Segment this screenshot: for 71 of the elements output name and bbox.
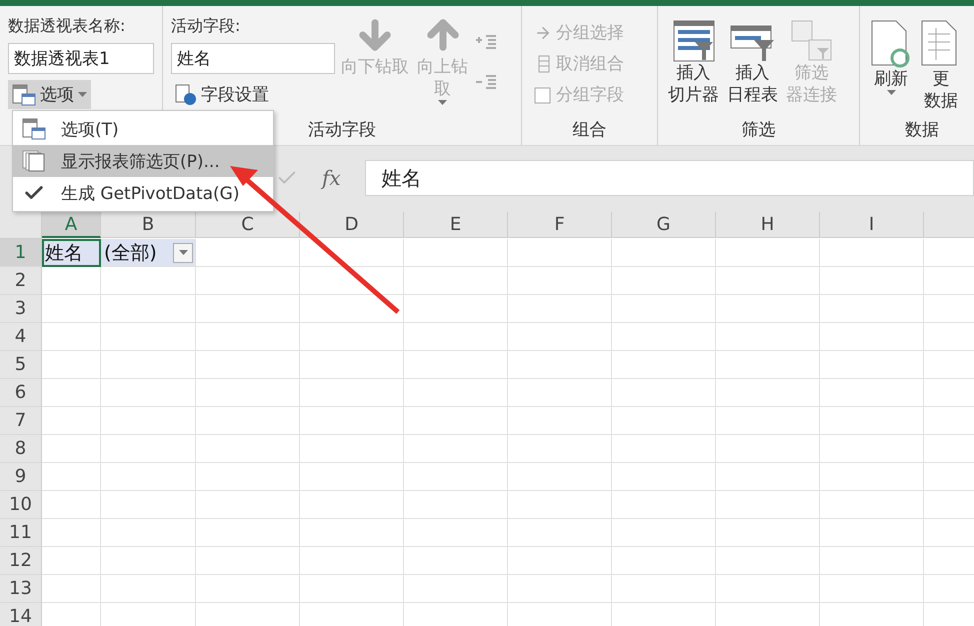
table-cell	[42, 519, 101, 547]
column-header[interactable]: G	[612, 212, 716, 238]
column-header[interactable]: I	[820, 212, 924, 238]
column-header[interactable]: E	[404, 212, 508, 238]
ribbon-button[interactable]: 更 数据	[918, 12, 964, 118]
row-header[interactable]: 14	[0, 603, 42, 626]
refresh-page-icon	[870, 20, 912, 68]
column-header[interactable]: C	[196, 212, 300, 238]
ribbon-button[interactable]: 刷新	[868, 12, 914, 118]
row-header[interactable]: 9	[0, 463, 42, 491]
caret-icon	[438, 100, 447, 105]
row-header[interactable]: 13	[0, 575, 42, 603]
function-button[interactable]: fx	[322, 166, 341, 190]
table-cell	[42, 435, 101, 463]
group-label: 筛选	[740, 119, 776, 141]
info-table-icon	[175, 84, 197, 106]
table-cell	[42, 575, 101, 603]
options-button[interactable]: 选项	[8, 80, 91, 109]
caret-icon	[886, 90, 896, 95]
column-header[interactable]: F	[508, 212, 612, 238]
filter-connection-icon	[790, 20, 832, 62]
pivot-name-field[interactable]: 数据透视表1	[8, 43, 154, 74]
select-all-corner[interactable]	[0, 212, 42, 239]
menu-item[interactable]: 显示报表筛选页(P)...	[13, 145, 273, 177]
column-header[interactable]: A	[42, 212, 101, 238]
row-header[interactable]: 6	[0, 379, 42, 407]
table-cell	[42, 491, 101, 519]
caret-icon	[78, 92, 87, 97]
menu-item[interactable]: 生成 GetPivotData(G)	[13, 177, 273, 209]
row-header[interactable]: 5	[0, 351, 42, 379]
group-label: 数据	[904, 119, 940, 141]
group-label: 活动字段	[307, 119, 377, 141]
table-cell	[42, 295, 101, 323]
row-header[interactable]: 4	[0, 323, 42, 351]
stacked-pages-icon	[22, 150, 46, 172]
ribbon-button[interactable]: 插入 切片器	[666, 12, 721, 118]
formula-field[interactable]: 姓名	[364, 160, 974, 196]
column-header[interactable]: H	[716, 212, 820, 238]
ribbon-button[interactable]: 插入 日程表	[725, 12, 780, 118]
row-header[interactable]: 2	[0, 267, 42, 295]
table-cell	[42, 547, 101, 575]
row-header[interactable]: 11	[0, 519, 42, 547]
row-header[interactable]: 1	[0, 239, 42, 267]
menu-item[interactable]: 选项(T)	[13, 113, 273, 145]
menu-item-label: 显示报表筛选页(P)...	[61, 150, 220, 172]
dropdown-button[interactable]	[173, 242, 193, 262]
table-cell	[42, 323, 101, 351]
filter-table-icon	[672, 20, 714, 62]
table-options-icon	[12, 84, 36, 106]
field-label: 数据透视表名称:	[8, 16, 126, 37]
column-header[interactable]: B	[101, 212, 196, 238]
row-header[interactable]: 10	[0, 491, 42, 519]
menu-item-label: 选项(T)	[61, 118, 119, 140]
table-cell	[42, 379, 101, 407]
menu-item-label: 生成 GetPivotData(G)	[61, 182, 240, 204]
group-label: 组合	[572, 119, 608, 141]
table-options-icon	[22, 118, 46, 140]
table-cell	[42, 351, 101, 379]
table-cell	[42, 407, 101, 435]
table-cell	[42, 463, 101, 491]
row-header[interactable]: 12	[0, 547, 42, 575]
column-header[interactable]: D	[300, 212, 404, 238]
active-field-field[interactable]: 姓名	[171, 43, 335, 74]
caret-icon	[178, 250, 188, 255]
field-label: 活动字段:	[171, 16, 242, 37]
field-settings-button[interactable]: 字段设置	[171, 80, 273, 109]
cell-text: (全部)	[104, 240, 157, 266]
cell-text: 姓名	[45, 240, 83, 266]
row-header[interactable]: 7	[0, 407, 42, 435]
row-header[interactable]: 3	[0, 295, 42, 323]
row-header[interactable]: 8	[0, 435, 42, 463]
